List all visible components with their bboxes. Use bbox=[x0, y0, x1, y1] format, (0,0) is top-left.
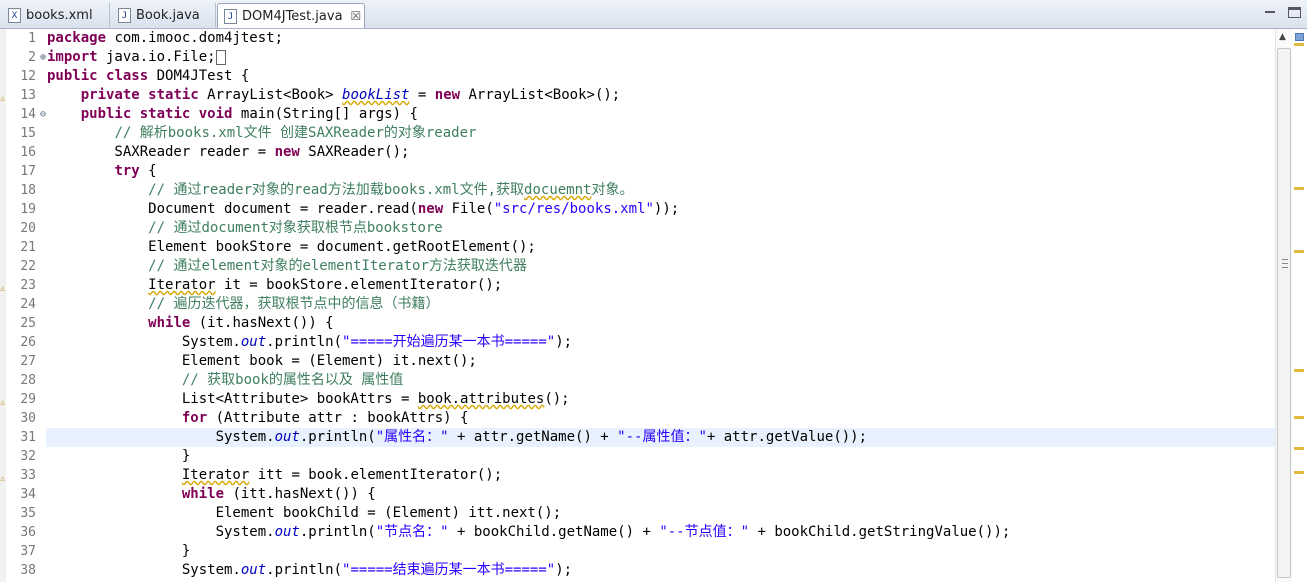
code-line[interactable]: public class DOM4JTest { bbox=[47, 67, 1275, 86]
line-number: 32 bbox=[20, 449, 36, 464]
code-line[interactable]: Iterator it = bookStore.elementIterator(… bbox=[47, 276, 1275, 295]
vertical-scrollbar[interactable]: ▲ bbox=[1275, 29, 1292, 582]
overview-warning-mark[interactable] bbox=[1294, 416, 1304, 419]
java-file-icon: J bbox=[118, 7, 131, 23]
line-number: 29 ⚠ bbox=[0, 390, 38, 409]
tab-books-xml[interactable]: X books.xml bbox=[2, 3, 110, 27]
code-line[interactable]: package com.imooc.dom4jtest; bbox=[47, 29, 1275, 48]
line-number: 18 bbox=[20, 183, 36, 198]
code-line[interactable]: Iterator itt = book.elementIterator(); bbox=[47, 466, 1275, 485]
code-line[interactable]: // 解析books.xml文件 创建SAXReader的对象reader bbox=[47, 124, 1275, 143]
line-number: 33 ⚠ bbox=[0, 466, 38, 485]
scrollbar-thumb[interactable] bbox=[1277, 48, 1291, 578]
line-number: 21 bbox=[20, 240, 36, 255]
line-number: 37 bbox=[20, 544, 36, 559]
code-line[interactable]: System.out.println("节点名：" + bookChild.ge… bbox=[47, 523, 1275, 542]
line-number: 26 bbox=[20, 335, 36, 350]
tab-book-java[interactable]: J Book.java bbox=[112, 3, 216, 27]
code-line[interactable]: while (it.hasNext()) { bbox=[47, 314, 1275, 333]
code-line[interactable]: // 遍历迭代器，获取根节点中的信息（书籍） bbox=[47, 295, 1275, 314]
code-line[interactable]: SAXReader reader = new SAXReader(); bbox=[47, 143, 1275, 162]
warning-icon[interactable]: ⚠ bbox=[0, 90, 5, 109]
line-number: 17 bbox=[20, 164, 36, 179]
line-number: 28 bbox=[20, 373, 36, 388]
line-number: 35 bbox=[20, 506, 36, 521]
code-line[interactable]: System.out.println("=====结束遍历某一本书=====")… bbox=[47, 561, 1275, 580]
code-line[interactable]: private static ArrayList<Book> bookList … bbox=[47, 86, 1275, 105]
tab-label: Book.java bbox=[136, 7, 200, 23]
xml-file-icon: X bbox=[8, 7, 21, 23]
overview-warning-mark[interactable] bbox=[1294, 447, 1304, 450]
code-line[interactable]: // 通过element对象的elementIterator方法获取迭代器 bbox=[47, 257, 1275, 276]
tab-label: books.xml bbox=[26, 7, 93, 23]
line-number: 34 bbox=[20, 487, 36, 502]
maximize-icon[interactable] bbox=[1288, 7, 1301, 18]
line-number: 19 bbox=[20, 202, 36, 217]
code-line[interactable]: // 通过reader对象的read方法加载books.xml文件,获取docu… bbox=[47, 181, 1275, 200]
minimize-icon[interactable] bbox=[1262, 6, 1278, 18]
java-file-icon: J bbox=[224, 8, 237, 24]
code-area[interactable]: package com.imooc.dom4jtest; import java.… bbox=[46, 29, 1275, 580]
line-number: 14 ⊖ bbox=[20, 107, 46, 122]
code-line[interactable]: for (Attribute attr : bookAttrs) { bbox=[47, 409, 1275, 428]
code-line[interactable]: List<Attribute> bookAttrs = book.attribu… bbox=[47, 390, 1275, 409]
line-number: 22 bbox=[20, 259, 36, 274]
overview-warning-mark[interactable] bbox=[1294, 250, 1304, 253]
line-number: 20 bbox=[20, 221, 36, 236]
line-number: 12 bbox=[20, 69, 36, 84]
code-line[interactable]: System.out.println("=====开始遍历某一本书=====")… bbox=[47, 333, 1275, 352]
grip-icon bbox=[1282, 259, 1288, 268]
code-line[interactable]: Document document = reader.read(new File… bbox=[47, 200, 1275, 219]
line-number: 16 bbox=[20, 145, 36, 160]
line-number: 13 ⚠ bbox=[0, 86, 38, 105]
line-number: 25 bbox=[20, 316, 36, 331]
code-line[interactable]: System.out.println("属性名：" + attr.getName… bbox=[46, 428, 1275, 447]
code-line[interactable]: Element book = (Element) it.next(); bbox=[47, 352, 1275, 371]
overview-warning-mark[interactable] bbox=[1294, 471, 1304, 474]
expand-fold-icon[interactable]: ⊕ bbox=[40, 48, 46, 67]
code-line[interactable]: Element bookChild = (Element) itt.next()… bbox=[47, 504, 1275, 523]
warning-icon[interactable]: ⚠ bbox=[0, 280, 5, 299]
overview-warning-mark[interactable] bbox=[1294, 369, 1304, 372]
code-line[interactable]: } bbox=[47, 542, 1275, 561]
code-line[interactable]: public static void main(String[] args) { bbox=[47, 105, 1275, 124]
code-line[interactable]: Element bookStore = document.getRootElem… bbox=[47, 238, 1275, 257]
window-controls bbox=[1262, 6, 1301, 18]
warning-icon[interactable]: ⚠ bbox=[0, 394, 5, 413]
editor-tab-bar: X books.xml J Book.java J DOM4JTest.java… bbox=[0, 0, 1307, 29]
line-number: 31 bbox=[20, 430, 36, 445]
collapse-fold-icon[interactable]: ⊖ bbox=[40, 105, 46, 124]
line-number: 38 bbox=[20, 563, 36, 578]
line-number: 24 bbox=[20, 297, 36, 312]
tab-label: DOM4JTest.java bbox=[242, 8, 343, 24]
scroll-up-icon[interactable]: ▲ bbox=[1279, 32, 1286, 42]
overview-status-icon bbox=[1295, 33, 1304, 41]
line-number: 23 ⚠ bbox=[0, 276, 38, 295]
code-line[interactable]: } bbox=[47, 447, 1275, 466]
tab-dom4jtest-java[interactable]: J DOM4JTest.java ☒ bbox=[217, 3, 365, 28]
line-number: 1 bbox=[28, 31, 36, 46]
code-line[interactable]: import java.io.File; bbox=[47, 48, 1275, 67]
overview-ruler[interactable] bbox=[1292, 29, 1307, 582]
line-number-gutter: 1 2 ⊕ 12 13 ⚠ 14 ⊖ 15 16 17 18 19 20 21 22 23 ⚠ 24 25 26 27 28… bbox=[0, 29, 46, 580]
overview-warning-mark[interactable] bbox=[1294, 43, 1304, 46]
line-number: 36 bbox=[20, 525, 36, 540]
close-icon[interactable]: ☒ bbox=[351, 9, 362, 23]
overview-warning-mark[interactable] bbox=[1294, 187, 1304, 190]
code-line[interactable]: try { bbox=[47, 162, 1275, 181]
code-line[interactable]: // 通过document对象获取根节点bookstore bbox=[47, 219, 1275, 238]
line-number: 15 bbox=[20, 126, 36, 141]
line-number: 2 ⊕ bbox=[28, 50, 46, 65]
line-number: 27 bbox=[20, 354, 36, 369]
warning-icon[interactable]: ⚠ bbox=[0, 470, 5, 489]
code-line[interactable]: // 获取book的属性名以及 属性值 bbox=[47, 371, 1275, 390]
code-editor[interactable]: 1 2 ⊕ 12 13 ⚠ 14 ⊖ 15 16 17 18 19 20 21 22 23 ⚠ 24 25 26 27 28… bbox=[0, 29, 1307, 582]
line-number: 30 bbox=[20, 411, 36, 426]
code-line[interactable]: while (itt.hasNext()) { bbox=[47, 485, 1275, 504]
